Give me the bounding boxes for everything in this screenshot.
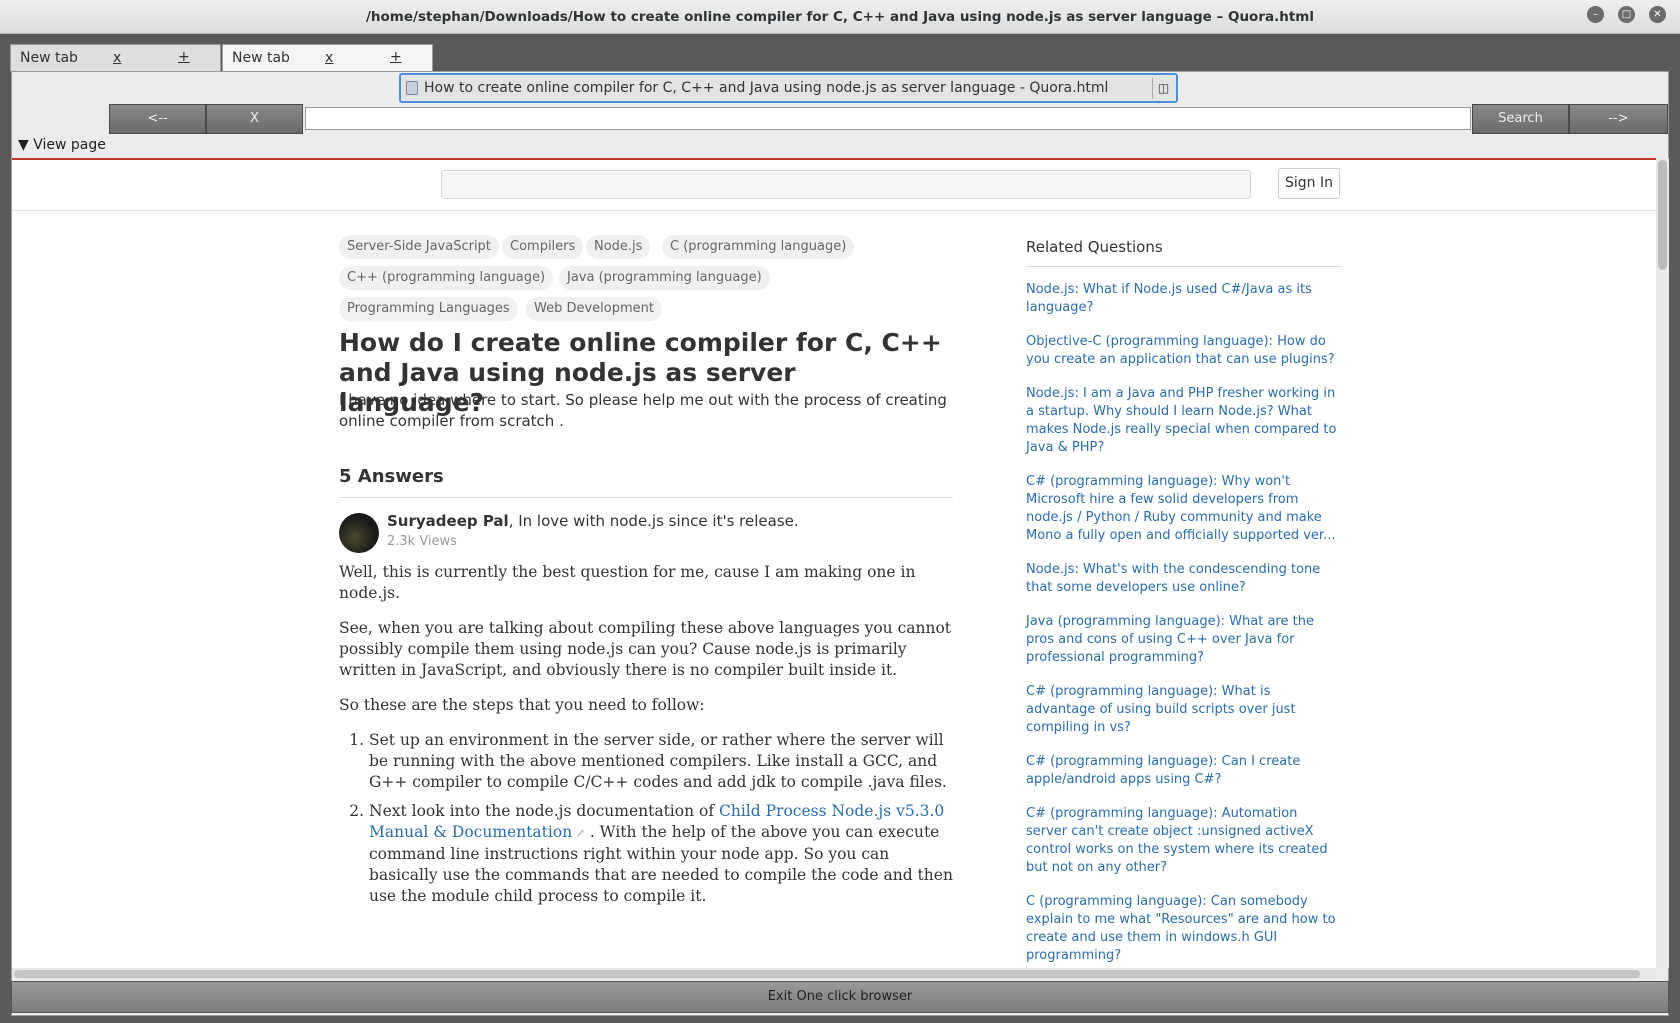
forward-button[interactable]: --> bbox=[1569, 104, 1668, 134]
window-titlebar: /home/stephan/Downloads/How to create on… bbox=[0, 0, 1680, 34]
question-detail: I have no idea where to start. So please… bbox=[339, 391, 947, 430]
horizontal-scrollbar[interactable] bbox=[12, 968, 1656, 980]
answer-views: 2.3k Views bbox=[387, 534, 457, 549]
answer-paragraph: Well, this is currently the best questio… bbox=[339, 563, 916, 602]
list-item: Set up an environment in the server side… bbox=[369, 730, 953, 793]
close-icon[interactable]: ✕ bbox=[1649, 6, 1666, 23]
list-item: Next look into the node.js documentation… bbox=[369, 801, 953, 907]
related-link[interactable]: C# (programming language): Why won't Mic… bbox=[1026, 473, 1342, 545]
answer-author: Suryadeep Pal, In love with node.js sinc… bbox=[387, 512, 799, 530]
minimize-icon[interactable]: – bbox=[1587, 6, 1604, 23]
topic-tag[interactable]: Java (programming language) bbox=[559, 266, 770, 290]
divider bbox=[339, 497, 953, 498]
related-link[interactable]: C# (programming language): What is advan… bbox=[1026, 683, 1342, 737]
related-link[interactable]: C (programming language): Can somebody e… bbox=[1026, 893, 1342, 965]
topic-tag[interactable]: Programming Languages bbox=[339, 297, 518, 321]
steps-list: Set up an environment in the server side… bbox=[339, 730, 953, 907]
view-page-label: View page bbox=[33, 137, 106, 153]
clear-icon[interactable]: ◫ bbox=[1152, 78, 1174, 99]
tab-label: New tab bbox=[20, 50, 78, 66]
tab-close-button[interactable]: x bbox=[113, 50, 121, 66]
topic-tag[interactable]: C++ (programming language) bbox=[339, 266, 554, 290]
tab-label: New tab bbox=[232, 50, 290, 66]
tab-close-button[interactable]: x bbox=[325, 50, 333, 66]
external-link-icon: ↗ bbox=[572, 827, 585, 840]
topic-tag[interactable]: Server-Side JavaScript bbox=[339, 235, 499, 259]
related-link[interactable]: C# (programming language): Can I create … bbox=[1026, 753, 1342, 789]
search-button[interactable]: Search bbox=[1472, 104, 1569, 134]
address-input[interactable] bbox=[305, 107, 1471, 130]
topic-tag[interactable]: C (programming language) bbox=[662, 235, 855, 259]
vertical-scrollbar[interactable] bbox=[1656, 158, 1669, 968]
maximize-icon[interactable]: □ bbox=[1618, 6, 1635, 23]
topic-tag[interactable]: Node.js bbox=[586, 235, 651, 259]
web-page: Sign In Server-Side JavaScript Compilers… bbox=[12, 160, 1656, 968]
page-icon bbox=[406, 81, 418, 95]
back-button[interactable]: <-- bbox=[109, 104, 206, 134]
answer-paragraph: So these are the steps that you need to … bbox=[339, 696, 705, 714]
sign-in-button[interactable]: Sign In bbox=[1278, 168, 1340, 199]
new-tab-button[interactable]: + bbox=[390, 49, 402, 65]
disclosure-triangle-icon: ▼ bbox=[18, 137, 29, 153]
window-title: /home/stephan/Downloads/How to create on… bbox=[365, 9, 1314, 25]
related-heading: Related Questions bbox=[1026, 238, 1342, 267]
tab-1[interactable]: New tab x + bbox=[10, 44, 221, 72]
tab-2[interactable]: New tab x + bbox=[222, 44, 433, 74]
related-link[interactable]: Node.js: What's with the condescending t… bbox=[1026, 561, 1342, 597]
site-header: Sign In bbox=[12, 160, 1656, 211]
scroll-thumb[interactable] bbox=[14, 970, 1640, 978]
topic-tag[interactable]: Web Development bbox=[526, 297, 662, 321]
related-link[interactable]: Java (programming language): What are th… bbox=[1026, 613, 1342, 667]
topic-tag[interactable]: Compilers bbox=[502, 235, 584, 259]
site-search-input[interactable] bbox=[441, 170, 1251, 199]
related-link[interactable]: Objective-C (programming language): How … bbox=[1026, 333, 1342, 369]
step-text: Next look into the node.js documentation… bbox=[369, 802, 719, 820]
related-questions: Related Questions Node.js: What if Node.… bbox=[1026, 238, 1342, 968]
url-text: How to create online compiler for C, C++… bbox=[424, 80, 1109, 96]
related-link[interactable]: Node.js: I am a Java and PHP fresher wor… bbox=[1026, 385, 1342, 457]
url-box[interactable]: How to create online compiler for C, C++… bbox=[399, 73, 1178, 103]
related-link[interactable]: Node.js: What if Node.js used C#/Java as… bbox=[1026, 281, 1342, 317]
stop-button[interactable]: X bbox=[206, 104, 303, 134]
related-link[interactable]: C# (programming language): Automation se… bbox=[1026, 805, 1342, 877]
answer-body: Well, this is currently the best questio… bbox=[339, 562, 953, 915]
author-credential: , In love with node.js since it's releas… bbox=[508, 512, 799, 530]
avatar[interactable] bbox=[339, 513, 379, 553]
new-tab-button[interactable]: + bbox=[178, 49, 190, 65]
author-name[interactable]: Suryadeep Pal bbox=[387, 512, 509, 530]
scroll-thumb[interactable] bbox=[1658, 160, 1667, 270]
answer-paragraph: See, when you are talking about compilin… bbox=[339, 619, 952, 679]
answers-count: 5 Answers bbox=[339, 466, 444, 487]
exit-button[interactable]: Exit One click browser bbox=[11, 981, 1669, 1013]
view-page-toggle[interactable]: ▼ View page bbox=[18, 137, 106, 153]
